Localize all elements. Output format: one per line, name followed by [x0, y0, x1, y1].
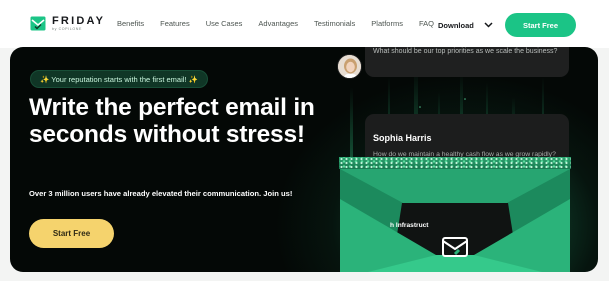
- mail-check-logo-icon: [30, 16, 46, 31]
- main-menu: Benefits Features Use Cases Advantages T…: [117, 19, 450, 28]
- message-question-top: What should be our top priorities as we …: [373, 48, 558, 55]
- nav-link-use-cases[interactable]: Use Cases: [206, 19, 243, 28]
- brand-subtitle: by COPILONE: [52, 27, 82, 31]
- mail-check-icon: [442, 237, 468, 257]
- hero-headline: Write the perfect email in seconds witho…: [29, 94, 315, 148]
- avatar: [337, 54, 362, 79]
- start-free-nav-button[interactable]: Start Free: [505, 13, 576, 37]
- chevron-down-icon: [484, 22, 493, 28]
- envelope-letter-text: h Infrastruct: [390, 222, 429, 229]
- download-dropdown-button[interactable]: Download: [428, 12, 496, 38]
- reputation-badge: ✨ Your reputation starts with the first …: [30, 70, 208, 88]
- sender-name: Sophia Harris: [373, 133, 432, 143]
- hero-subline: Over 3 million users have already elevat…: [29, 189, 293, 198]
- nav-link-testimonials[interactable]: Testimonials: [314, 19, 355, 28]
- nav-link-benefits[interactable]: Benefits: [117, 19, 144, 28]
- start-free-hero-button[interactable]: Start Free: [29, 219, 114, 248]
- brand-name: FRIDAY: [52, 15, 106, 27]
- hero-section: ✨ Your reputation starts with the first …: [10, 47, 598, 272]
- message-card-top: What should be our top priorities as we …: [365, 47, 569, 77]
- brand-logo[interactable]: FRIDAY by COPILONE: [30, 16, 105, 32]
- nav-link-advantages[interactable]: Advantages: [258, 19, 298, 28]
- nav-link-features[interactable]: Features: [160, 19, 190, 28]
- top-navigation: FRIDAY by COPILONE Benefits Features Use…: [0, 0, 609, 48]
- nav-link-platforms[interactable]: Platforms: [371, 19, 403, 28]
- download-label: Download: [438, 20, 474, 30]
- sparkle-divider-decoration: [339, 157, 571, 169]
